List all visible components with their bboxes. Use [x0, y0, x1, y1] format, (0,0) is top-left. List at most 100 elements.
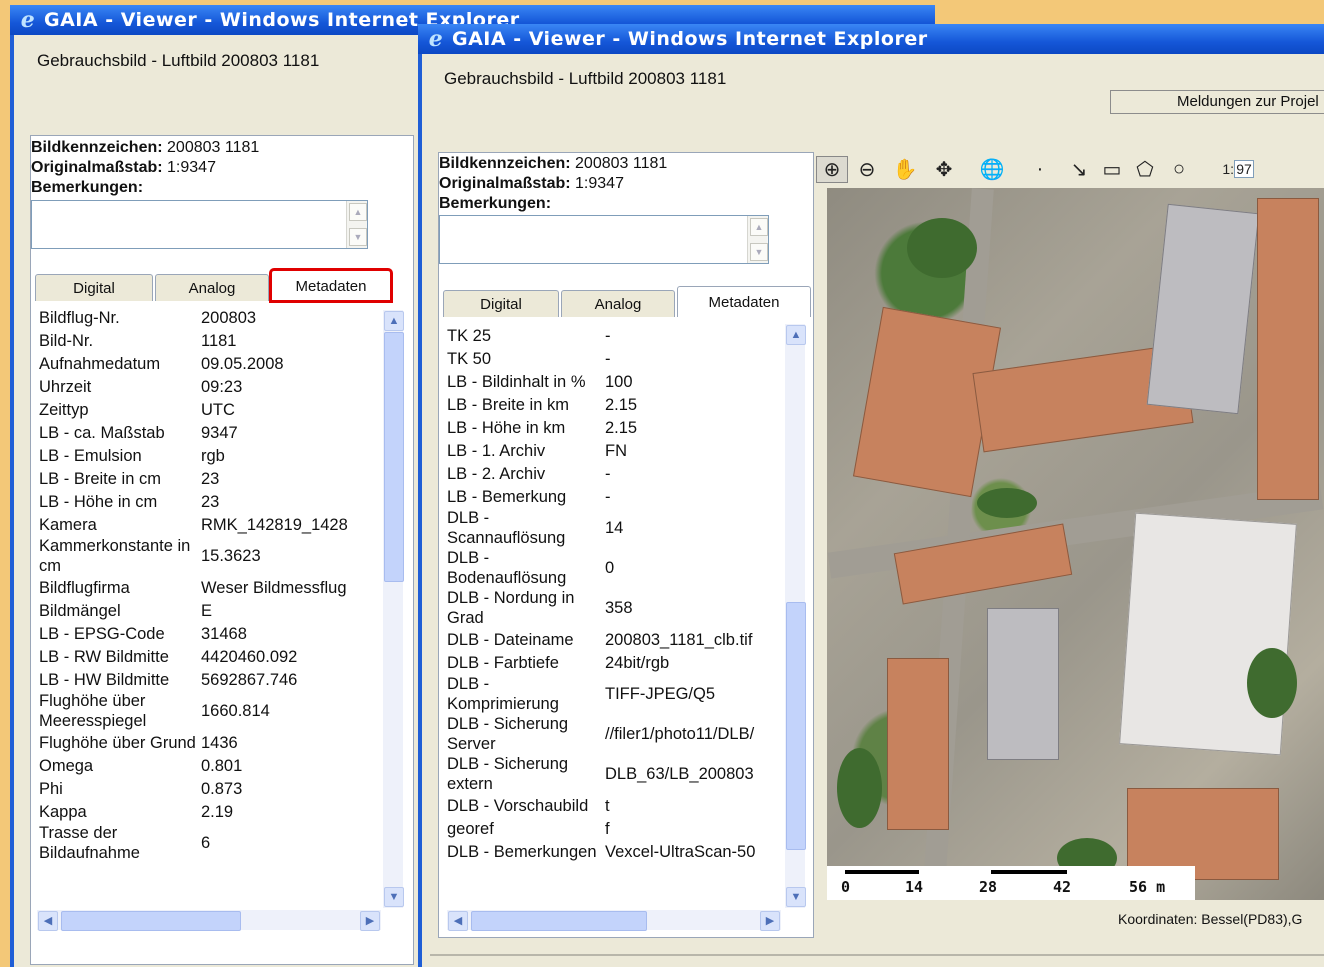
- metadata-row: LB - Breite in km 2.15: [439, 393, 755, 416]
- scroll-right-icon[interactable]: ▶: [360, 911, 380, 931]
- metadata-key: LB - Bildinhalt in %: [447, 372, 586, 391]
- metadata-key: LB - Emulsion: [39, 446, 142, 465]
- tab-analog[interactable]: Analog: [561, 290, 675, 317]
- front-window-titlebar[interactable]: e GAIA - Viewer - Windows Internet Explo…: [418, 24, 1324, 54]
- tab-digital[interactable]: Digital: [35, 274, 153, 301]
- metadata-key: LB - Höhe in cm: [39, 492, 158, 511]
- map-building: [1119, 512, 1297, 756]
- metadata-row: LB - HW Bildmitte 5692867.746: [31, 668, 348, 691]
- scroll-down-icon[interactable]: ▼: [786, 887, 806, 907]
- scroll-left-icon[interactable]: ◀: [448, 911, 468, 931]
- meldungen-button[interactable]: Meldungen zur Projel: [1110, 90, 1324, 114]
- metadata-row: Bildflugfirma Weser Bildmessflug: [31, 576, 348, 599]
- map-tree: [837, 748, 882, 828]
- scroll-down-icon[interactable]: ▼: [349, 228, 367, 246]
- bildkennzeichen-label: Bildkennzeichen:: [439, 155, 571, 172]
- tab-metadaten[interactable]: Metadaten: [677, 286, 811, 317]
- metadata-value: -: [605, 326, 611, 345]
- metadata-row: LB - 2. Archiv -: [439, 462, 755, 485]
- remarks-scrollbar[interactable]: ▲ ▼: [346, 201, 367, 248]
- tab-metadaten[interactable]: Metadaten: [269, 268, 393, 303]
- metadata-key: LB - 2. Archiv: [447, 464, 546, 483]
- metadata-value: 9347: [201, 423, 238, 442]
- front-window-client: Gebrauchsbild - Luftbild 200803 1181 Mel…: [422, 54, 1324, 967]
- scroll-up-icon[interactable]: ▲: [384, 311, 404, 331]
- aerial-map[interactable]: [827, 188, 1324, 900]
- scroll-up-icon[interactable]: ▲: [750, 218, 768, 236]
- rectangle-tool-icon[interactable]: ▭: [1098, 157, 1126, 182]
- metadata-vscrollbar[interactable]: ▲ ▼: [383, 310, 404, 908]
- tab-bar: Digital Analog Metadaten: [443, 286, 813, 317]
- metadata-key: Kappa: [39, 802, 87, 821]
- metadata-key: Aufnahmedatum: [39, 354, 161, 373]
- scale-label-28: 28: [979, 878, 998, 896]
- zoom-out-icon[interactable]: ⊖: [848, 157, 886, 182]
- pan-hand-icon[interactable]: ✋: [886, 157, 924, 182]
- originalmassstab-label: Originalmaßstab:: [439, 175, 571, 192]
- remarks-textarea[interactable]: ▲ ▼: [439, 215, 769, 264]
- scroll-up-icon[interactable]: ▲: [349, 203, 367, 221]
- scale-label-56: 56 m: [1129, 878, 1166, 896]
- line-tool-icon[interactable]: ↘: [1060, 157, 1098, 182]
- metadata-value: 2.15: [605, 418, 638, 437]
- page-caption: Gebrauchsbild - Luftbild 200803 1181: [37, 51, 320, 70]
- metadata-row: DLB - Bodenauflösung 0: [439, 548, 755, 588]
- bottom-status-line: [430, 954, 1324, 956]
- map-tree: [977, 488, 1037, 518]
- metadata-value: t: [605, 796, 610, 815]
- metadata-row: DLB - Vorschaubild t: [439, 794, 755, 817]
- metadata-list: Bildflug-Nr. 200803 Bild-Nr. 1181 Aufnahmeda…: [31, 306, 383, 906]
- metadata-key: LB - Bemerkung: [447, 487, 567, 506]
- zoom-in-icon[interactable]: ⊕: [816, 155, 848, 183]
- scroll-thumb[interactable]: [786, 602, 806, 850]
- metadata-row: Kammerkonstante in cm 15.3623: [31, 536, 348, 576]
- metadata-value: 0.801: [201, 756, 243, 775]
- tab-digital[interactable]: Digital: [443, 290, 559, 317]
- metadata-value: f: [605, 819, 610, 838]
- scalebar-segment: [991, 870, 1067, 874]
- tab-analog[interactable]: Analog: [155, 274, 269, 301]
- scroll-thumb[interactable]: [471, 911, 647, 931]
- metadata-value: -: [605, 487, 611, 506]
- scroll-thumb[interactable]: [384, 332, 404, 582]
- scroll-up-icon[interactable]: ▲: [786, 325, 806, 345]
- metadata-value: 31468: [201, 624, 247, 643]
- metadata-row: TK 50 -: [439, 347, 755, 370]
- metadata-key: DLB - Scannauflösung: [447, 509, 566, 547]
- metadata-value: TIFF-JPEG/Q5: [605, 685, 716, 703]
- scale-input[interactable]: 97: [1234, 160, 1254, 178]
- remarks-textarea[interactable]: ▲ ▼: [31, 200, 368, 249]
- scroll-thumb[interactable]: [61, 911, 241, 931]
- scroll-left-icon[interactable]: ◀: [38, 911, 58, 931]
- metadata-value: 5692867.746: [201, 670, 298, 689]
- bildkennzeichen-value: 200803 1181: [575, 155, 668, 172]
- metadata-hscrollbar[interactable]: ◀ ▶: [37, 910, 381, 931]
- metadata-row: DLB - Dateiname 200803_1181_clb.tif: [439, 628, 755, 651]
- metadata-row: LB - Höhe in cm 23: [31, 490, 348, 513]
- metadata-value: 23: [201, 492, 220, 511]
- metadata-hscrollbar[interactable]: ◀ ▶: [447, 910, 781, 931]
- scroll-down-icon[interactable]: ▼: [384, 887, 404, 907]
- originalmassstab-value: 1:9347: [167, 159, 216, 176]
- remarks-scrollbar[interactable]: ▲ ▼: [747, 216, 768, 263]
- metadata-key: Bildmängel: [39, 601, 121, 620]
- scroll-down-icon[interactable]: ▼: [750, 243, 768, 261]
- metadata-row: DLB - Bemerkungen Vexcel-UltraScan-50: [439, 840, 755, 863]
- circle-tool-icon[interactable]: ○: [1164, 158, 1194, 181]
- scroll-right-icon[interactable]: ▶: [760, 911, 780, 931]
- metadata-row: DLB - Farbtiefe 24bit/rgb: [439, 651, 755, 674]
- metadata-value: 1436: [201, 733, 238, 752]
- polygon-tool-icon[interactable]: ⬠: [1126, 157, 1164, 182]
- metadata-row: Bildflug-Nr. 200803: [31, 306, 348, 329]
- point-tool-icon[interactable]: ·: [1020, 158, 1060, 181]
- detail-panel: Bildkennzeichen: 200803 1181 Originalmaß…: [30, 135, 414, 965]
- metadata-key: DLB - Nordung in Grad: [447, 589, 575, 627]
- globe-icon[interactable]: 🌐: [964, 157, 1020, 182]
- bildkennzeichen-value: 200803 1181: [167, 139, 260, 156]
- metadata-key: Bild-Nr.: [39, 331, 94, 350]
- map-building: [987, 608, 1059, 760]
- metadata-key: DLB - Komprimierung: [447, 675, 559, 713]
- metadata-value: 1660.814: [201, 702, 270, 720]
- move-arrows-icon[interactable]: ✥: [924, 157, 964, 182]
- metadata-vscrollbar[interactable]: ▲ ▼: [785, 324, 806, 908]
